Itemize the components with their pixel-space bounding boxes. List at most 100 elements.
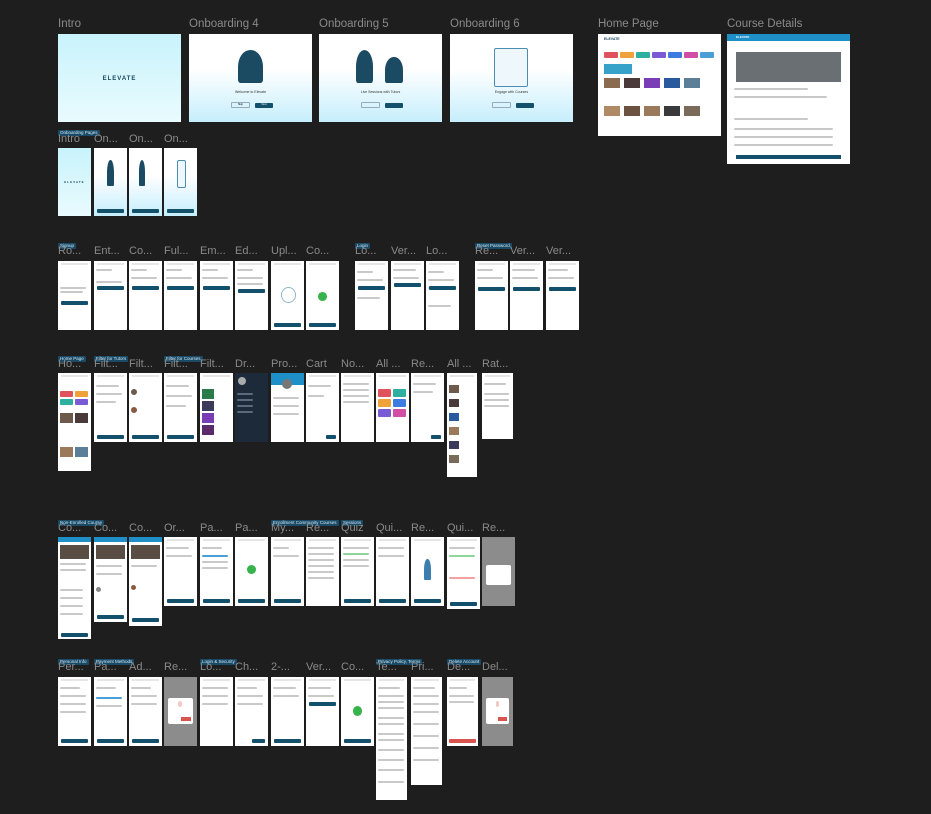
frame-home-mobile[interactable]	[58, 373, 91, 471]
frame-cart[interactable]	[306, 373, 339, 442]
frame-label-onboarding-4[interactable]: Onboarding 4	[189, 18, 259, 30]
frame-label[interactable]: Re...	[475, 245, 509, 257]
frame-label[interactable]: Co...	[94, 522, 128, 534]
frame-label[interactable]: Ful...	[164, 245, 198, 257]
frame-label[interactable]: Te...	[376, 661, 410, 673]
frame-verify-done[interactable]	[546, 261, 579, 330]
frame-label[interactable]: Qui...	[447, 522, 481, 534]
frame-label[interactable]: Em...	[200, 245, 234, 257]
frame-label[interactable]: Lo...	[200, 661, 234, 673]
frame-label[interactable]: Re...	[482, 522, 516, 534]
frame-label[interactable]: Ed...	[235, 245, 269, 257]
frame-all-courses[interactable]	[447, 373, 477, 477]
frame-complete-2fa[interactable]	[341, 677, 374, 746]
frame-label[interactable]: Ver...	[306, 661, 340, 673]
frame-order[interactable]	[164, 537, 197, 606]
frame-drawer[interactable]	[235, 373, 268, 442]
remove-button[interactable]	[181, 716, 192, 721]
frame-upload[interactable]	[271, 261, 304, 330]
frame-quiz[interactable]	[341, 537, 374, 606]
frame-delete-modal[interactable]	[482, 677, 513, 746]
frame-filter-courses-2[interactable]	[200, 373, 233, 442]
frame-payment-success[interactable]	[235, 537, 268, 606]
frame-label[interactable]: Co...	[58, 522, 92, 534]
frame-label[interactable]: All ...	[447, 358, 481, 370]
frame-onboarding-mobile[interactable]	[94, 148, 127, 216]
frame-label[interactable]: Co...	[341, 661, 375, 673]
frame-label-onboarding-6[interactable]: Onboarding 6	[450, 18, 520, 30]
frame-label[interactable]: Pa...	[200, 522, 234, 534]
frame-label[interactable]: Cart	[306, 358, 340, 370]
frame-change-password[interactable]	[235, 677, 268, 746]
next-button[interactable]: Next	[255, 102, 273, 108]
frame-label-course-details[interactable]: Course Details	[727, 18, 802, 30]
frame-review-modal[interactable]	[482, 537, 515, 606]
frame-course-3[interactable]	[129, 537, 162, 626]
frame-2fa[interactable]	[271, 677, 304, 746]
frame-label-home-page[interactable]: Home Page	[598, 18, 659, 30]
frame-remove-card-modal[interactable]	[164, 677, 197, 746]
frame-quiz-2[interactable]	[376, 537, 409, 606]
next-button[interactable]	[385, 102, 403, 108]
skip-button[interactable]	[491, 101, 512, 108]
frame-label[interactable]: Re...	[411, 522, 445, 534]
frame-label[interactable]: Filt...	[129, 358, 163, 370]
frame-my-courses[interactable]	[271, 537, 304, 606]
frame-quiz-review[interactable]	[447, 537, 480, 609]
frame-label[interactable]: Upl...	[271, 245, 305, 257]
frame-filter-courses-1[interactable]	[164, 373, 197, 442]
frame-label[interactable]: Pro...	[271, 358, 305, 370]
frame-label[interactable]: On...	[129, 133, 163, 145]
frame-filter-tutors-2[interactable]	[129, 373, 162, 442]
frame-intro[interactable]: ELEVATE	[58, 34, 181, 122]
frame-label[interactable]: Pa...	[235, 522, 269, 534]
frame-filter-tutors-1[interactable]	[94, 373, 127, 442]
frame-payment[interactable]	[200, 537, 233, 606]
frame-label[interactable]: Ch...	[235, 661, 269, 673]
frame-label[interactable]: Ent...	[94, 245, 128, 257]
frame-course-2[interactable]	[94, 537, 127, 622]
frame-all-categories[interactable]	[376, 373, 409, 442]
frame-label[interactable]: Dr...	[235, 358, 269, 370]
frame-onboarding-5[interactable]: Live Sessions with Tutors	[319, 34, 442, 122]
frame-onboarding-mobile[interactable]	[129, 148, 162, 216]
frame-label[interactable]: Or...	[164, 522, 198, 534]
frame-privacy[interactable]	[411, 677, 442, 785]
frame-terms[interactable]	[376, 677, 407, 800]
frame-label[interactable]: Pri...	[411, 661, 445, 673]
frame-label[interactable]: Lo...	[426, 245, 460, 257]
frame-label[interactable]: Ver...	[546, 245, 580, 257]
frame-code[interactable]	[129, 261, 162, 330]
frame-label[interactable]: Ro...	[58, 245, 92, 257]
frame-label[interactable]: Co...	[129, 245, 163, 257]
frame-label[interactable]: Co...	[129, 522, 163, 534]
frame-course-1[interactable]	[58, 537, 91, 639]
frame-label[interactable]: Del...	[482, 661, 516, 673]
frame-label[interactable]: Ver...	[391, 245, 425, 257]
frame-label[interactable]: Re...	[411, 358, 445, 370]
frame-label[interactable]: Filt...	[164, 358, 198, 370]
frame-label-onboarding-5[interactable]: Onboarding 5	[319, 18, 389, 30]
frame-onboarding-mobile[interactable]	[164, 148, 197, 216]
frame-label[interactable]: Re...	[164, 661, 198, 673]
frame-resources[interactable]	[306, 537, 339, 606]
frame-login-security[interactable]	[200, 677, 233, 746]
frame-label[interactable]: Filt...	[200, 358, 234, 370]
frame-label[interactable]: On...	[164, 133, 198, 145]
frame-label[interactable]: Co...	[306, 245, 340, 257]
frame-label[interactable]: Ver...	[510, 245, 544, 257]
frame-onboarding-6[interactable]: Engage with Courses	[450, 34, 573, 122]
frame-login[interactable]	[355, 261, 388, 330]
frame-label[interactable]: Ad...	[129, 661, 163, 673]
frame-label-intro[interactable]: Intro	[58, 18, 81, 30]
frame-label[interactable]: De...	[447, 661, 481, 673]
frame-label[interactable]: Lo...	[355, 245, 389, 257]
frame-recent[interactable]	[411, 373, 444, 442]
frame-label[interactable]: Pa...	[94, 661, 128, 673]
delete-button[interactable]	[497, 716, 508, 721]
frame-label[interactable]: Qui...	[376, 522, 410, 534]
skip-button[interactable]: Skip	[230, 101, 251, 108]
frame-label[interactable]: Per...	[58, 661, 92, 673]
frame-onboarding-4[interactable]: Welcome to Elevate Skip Next	[189, 34, 312, 122]
frame-result[interactable]	[411, 537, 444, 606]
